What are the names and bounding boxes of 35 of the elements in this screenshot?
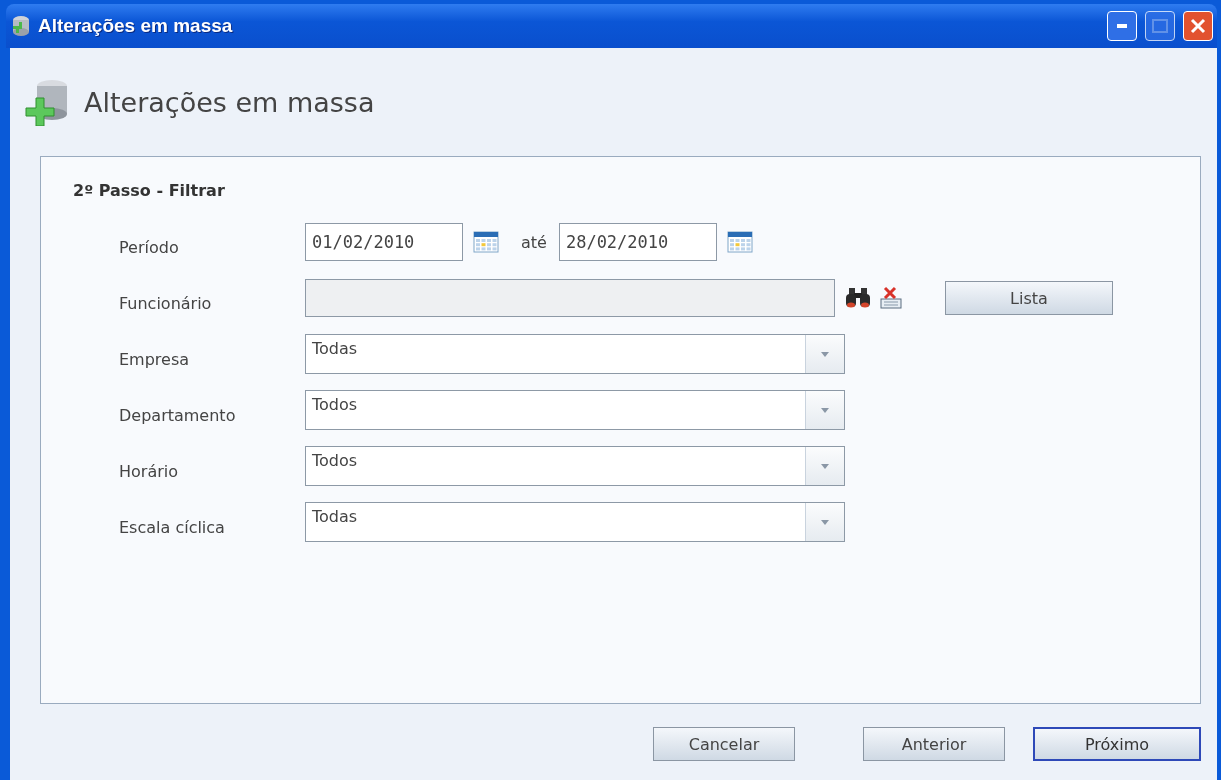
dropdown[interactable]: Todas <box>305 502 845 542</box>
minimize-button[interactable] <box>1107 11 1137 41</box>
maximize-icon <box>1152 19 1168 33</box>
field-label: Período <box>119 237 180 257</box>
close-button[interactable] <box>1183 11 1213 41</box>
dropdown-arrow-icon <box>821 463 829 469</box>
database-add-icon <box>24 78 70 126</box>
maximize-button[interactable] <box>1145 11 1175 41</box>
field-label: Departamento <box>119 405 237 425</box>
dropdown[interactable]: Todas <box>305 334 845 374</box>
binoculars-icon[interactable] <box>845 287 871 309</box>
dropdown-arrow-icon <box>821 519 829 525</box>
field-label: Horário <box>119 461 179 481</box>
dropdown-arrow-icon <box>821 407 829 413</box>
dropdown[interactable]: Todos <box>305 446 845 486</box>
database-icon <box>10 15 30 37</box>
dropdown-arrow-icon <box>821 351 829 357</box>
close-icon <box>1190 18 1206 34</box>
calendar-icon[interactable] <box>726 231 753 253</box>
minimize-icon <box>1117 24 1127 28</box>
date-field[interactable]: 28/02/2010 <box>558 223 717 261</box>
field-label: Empresa <box>119 349 191 369</box>
dropdown[interactable]: Todos <box>305 390 845 430</box>
step-title: 2º Passo - Filtrar <box>73 181 226 200</box>
calendar-icon[interactable] <box>473 231 499 253</box>
field-label: Escala cíclica <box>119 517 226 537</box>
range-separator: até <box>521 232 547 252</box>
page-heading: Alterações em massa <box>84 86 375 118</box>
wizard-button[interactable]: Anterior <box>863 727 1005 761</box>
wizard-button[interactable]: Cancelar <box>653 727 795 761</box>
field-label: Funcionário <box>119 293 213 313</box>
window-title: Alterações em massa <box>38 15 234 37</box>
wizard-button[interactable]: Próximo <box>1033 727 1201 761</box>
date-field[interactable]: 01/02/2010 <box>305 223 463 261</box>
clear-icon[interactable] <box>879 286 903 310</box>
